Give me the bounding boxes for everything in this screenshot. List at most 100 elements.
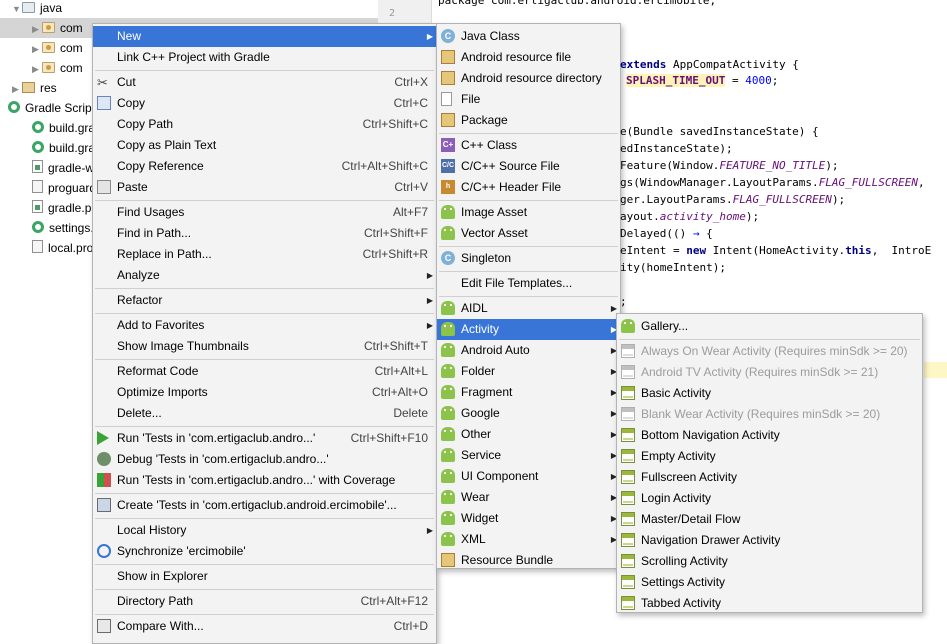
menu-separator (619, 339, 920, 340)
menu-item-android-resource-file[interactable]: Android resource file (437, 47, 620, 68)
code-token: ); (825, 159, 839, 172)
menu-item-bottom-navigation-activity[interactable]: Bottom Navigation Activity (617, 425, 922, 446)
menu-item-show-image-thumbnails[interactable]: Show Image Thumbnails Ctrl+Shift+T (93, 336, 436, 357)
menu-item-shortcut: Ctrl+C (393, 96, 428, 110)
menu-item-optimize-imports[interactable]: Optimize Imports Ctrl+Alt+O (93, 382, 436, 403)
menu-item-link-c-project-with-gradle[interactable]: Link C++ Project with Gradle (93, 47, 436, 68)
menu-item-wear[interactable]: Wear ▶ (437, 487, 620, 508)
menu-item-android-auto[interactable]: Android Auto ▶ (437, 340, 620, 361)
android-icon (441, 385, 455, 399)
menu-item-copy[interactable]: Copy Ctrl+C (93, 93, 436, 114)
menu-item-refactor[interactable]: Refactor ▶ (93, 290, 436, 311)
code-token: FLAG_FULLSCREEN (732, 193, 832, 206)
menu-item-shortcut: Ctrl+X (394, 75, 428, 89)
menu-item-paste[interactable]: Paste Ctrl+V (93, 177, 436, 198)
menu-item-analyze[interactable]: Analyze ▶ (93, 265, 436, 286)
android-icon (441, 364, 455, 378)
code-line: ger.LayoutParams.FLAG_FULLSCREEN); (620, 193, 845, 206)
menu-item-activity[interactable]: Activity ▶ (437, 319, 620, 340)
menu-item-reformat-code[interactable]: Reformat Code Ctrl+Alt+L (93, 361, 436, 382)
menu-item-fragment[interactable]: Fragment ▶ (437, 382, 620, 403)
activity-template-icon (621, 554, 635, 568)
menu-item-singleton[interactable]: C Singleton (437, 248, 620, 269)
menu-item-android-resource-directory[interactable]: Android resource directory (437, 68, 620, 89)
menu-item-settings-activity[interactable]: Settings Activity (617, 572, 922, 593)
menu-item-debug-tests-in-com-ertigaclub-andro[interactable]: Debug 'Tests in 'com.ertigaclub.andro...… (93, 449, 436, 470)
menu-item-blank-wear-activity-requires-minsdk-20: Blank Wear Activity (Requires minSdk >= … (617, 404, 922, 425)
menu-item-package[interactable]: Package (437, 110, 620, 131)
collapsed-arrow-icon[interactable]: ▶ (12, 79, 22, 99)
menu-item-label: Create 'Tests in 'com.ertigaclub.android… (117, 498, 397, 512)
menu-item-label: File (461, 92, 481, 106)
menu-item-navigation-drawer-activity[interactable]: Navigation Drawer Activity (617, 530, 922, 551)
menu-item-ui-component[interactable]: UI Component ▶ (437, 466, 620, 487)
menu-item-synchronize-ercimobile[interactable]: Synchronize 'ercimobile' (93, 541, 436, 562)
menu-item-image-asset[interactable]: Image Asset (437, 202, 620, 223)
menu-item-label: Empty Activity (641, 449, 716, 463)
code-token: { (699, 227, 713, 240)
menu-item-folder[interactable]: Folder ▶ (437, 361, 620, 382)
menu-item-copy-reference[interactable]: Copy Reference Ctrl+Alt+Shift+C (93, 156, 436, 177)
menu-item-login-activity[interactable]: Login Activity (617, 488, 922, 509)
menu-item-add-to-favorites[interactable]: Add to Favorites ▶ (93, 315, 436, 336)
menu-item-label: Paste (117, 180, 148, 194)
menu-item-scrolling-activity[interactable]: Scrolling Activity (617, 551, 922, 572)
menu-item-run-tests-in-com-ertigaclub-andro[interactable]: Run 'Tests in 'com.ertigaclub.andro...' C… (93, 428, 436, 449)
code-token: ); (745, 210, 760, 223)
menu-item-file[interactable]: File (437, 89, 620, 110)
menu-item-c-c-source-file[interactable]: C/C C/C++ Source File (437, 156, 620, 177)
menu-item-c-class[interactable]: C+ C++ Class (437, 135, 620, 156)
menu-item-cut[interactable]: Cut Ctrl+X (93, 72, 436, 93)
menu-item-run-tests-in-com-ertigaclub-andro-with-coverage[interactable]: Run 'Tests in 'com.ertigaclub.andro...' … (93, 470, 436, 491)
menu-item-create-tests-in-com-ertigaclub-android-ercimobile[interactable]: Create 'Tests in 'com.ertigaclub.android… (93, 495, 436, 516)
menu-item-service[interactable]: Service ▶ (437, 445, 620, 466)
menu-item-find-usages[interactable]: Find Usages Alt+F7 (93, 202, 436, 223)
menu-item-xml[interactable]: XML ▶ (437, 529, 620, 550)
collapsed-arrow-icon[interactable]: ▶ (32, 19, 42, 39)
tree-item-label: local.pro (48, 241, 94, 255)
tree-item-java[interactable]: ▼ java (0, 0, 380, 18)
menu-item-directory-path[interactable]: Directory Path Ctrl+Alt+F12 (93, 591, 436, 612)
collapsed-arrow-icon[interactable]: ▶ (32, 39, 42, 59)
code-line: gs(WindowManager.LayoutParams.FLAG_FULLS… (620, 176, 925, 189)
menu-item-tabbed-activity[interactable]: Tabbed Activity (617, 593, 922, 614)
menu-item-empty-activity[interactable]: Empty Activity (617, 446, 922, 467)
menu-item-vector-asset[interactable]: Vector Asset (437, 223, 620, 244)
menu-item-label: Activity (461, 322, 500, 336)
menu-item-new[interactable]: New ▶ (93, 26, 436, 47)
menu-item-fullscreen-activity[interactable]: Fullscreen Activity (617, 467, 922, 488)
menu-item-compare-with[interactable]: Compare With... Ctrl+D (93, 616, 436, 637)
menu-item-replace-in-path[interactable]: Replace in Path... Ctrl+Shift+R (93, 244, 436, 265)
menu-item-delete[interactable]: Delete... Delete (93, 403, 436, 424)
menu-item-google[interactable]: Google ▶ (437, 403, 620, 424)
tree-item-label: build.gra (49, 141, 96, 155)
menu-item-android-tv-activity-requires-minsdk-21: Android TV Activity (Requires minSdk >= … (617, 362, 922, 383)
code-line: SPLASH_TIME_OUT = 4000; (626, 74, 778, 87)
code-token: AppCompatActivity { (666, 58, 799, 71)
menu-item-java-class[interactable]: C Java Class (437, 26, 620, 47)
collapsed-arrow-icon[interactable]: ▶ (32, 59, 42, 79)
android-icon (441, 448, 455, 462)
menu-item-copy-as-plain-text[interactable]: Copy as Plain Text (93, 135, 436, 156)
menu-item-basic-activity[interactable]: Basic Activity (617, 383, 922, 404)
menu-item-c-c-header-file[interactable]: h C/C++ Header File (437, 177, 620, 198)
menu-item-master-detail-flow[interactable]: Master/Detail Flow (617, 509, 922, 530)
code-token: eIntent = (620, 244, 687, 257)
expanded-arrow-icon[interactable]: ▼ (12, 0, 22, 19)
menu-item-local-history[interactable]: Local History ▶ (93, 520, 436, 541)
activity-template-icon (621, 575, 635, 589)
menu-item-show-in-explorer[interactable]: Show in Explorer (93, 566, 436, 587)
menu-item-gallery[interactable]: Gallery... (617, 316, 922, 337)
menu-item-widget[interactable]: Widget ▶ (437, 508, 620, 529)
file-icon (441, 92, 452, 106)
line-number: 2 (388, 8, 395, 19)
menu-item-edit-file-templates[interactable]: Edit File Templates... (437, 273, 620, 294)
menu-item-other[interactable]: Other ▶ (437, 424, 620, 445)
menu-item-label: UI Component (461, 469, 539, 483)
activity-template-icon (621, 344, 635, 358)
menu-item-aidl[interactable]: AIDL ▶ (437, 298, 620, 319)
menu-item-find-in-path[interactable]: Find in Path... Ctrl+Shift+F (93, 223, 436, 244)
menu-item-resource-bundle[interactable]: Resource Bundle (437, 550, 620, 571)
tree-item-label: gradle-w (48, 161, 95, 175)
menu-item-copy-path[interactable]: Copy Path Ctrl+Shift+C (93, 114, 436, 135)
